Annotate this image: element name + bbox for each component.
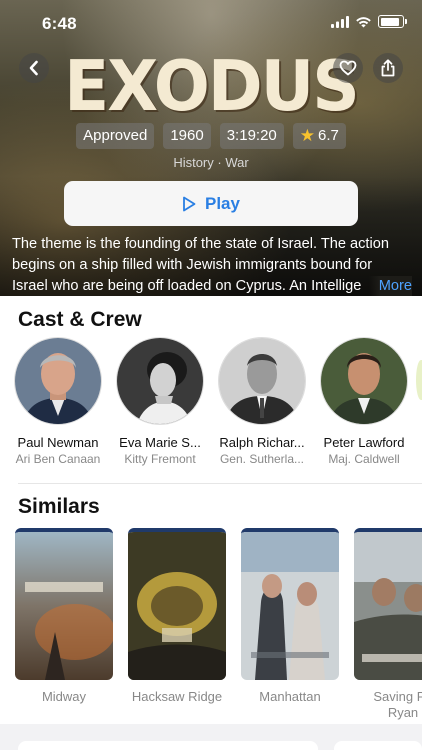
similar-movie-title: Manhattan xyxy=(259,689,321,704)
heart-icon xyxy=(339,60,357,76)
play-label: Play xyxy=(205,193,240,213)
share-button[interactable] xyxy=(373,53,403,83)
duration-badge: 3:19:20 xyxy=(219,123,284,149)
cast-name: Paul Newman xyxy=(17,435,99,450)
section-divider xyxy=(18,483,422,484)
cast-member[interactable]: Paul Newman Ari Ben Canaan xyxy=(14,337,102,466)
cast-section-title: Cast & Crew xyxy=(18,308,142,331)
movie-poster xyxy=(354,528,422,680)
genre-list: History · War xyxy=(173,155,249,170)
score-value: 6.7 xyxy=(318,127,339,144)
battery-icon xyxy=(378,15,407,28)
similar-movie[interactable]: Manhattan xyxy=(241,528,339,721)
status-icons xyxy=(331,15,407,28)
avatar xyxy=(116,337,204,425)
cast-name: Ralph Richar... xyxy=(219,435,305,450)
content-rating-badge: Approved xyxy=(76,123,155,149)
wifi-icon xyxy=(356,16,371,27)
portrait-photo xyxy=(15,338,101,424)
cast-role: Maj. Caldwell xyxy=(328,452,400,466)
similar-movie[interactable]: Midway xyxy=(15,528,113,721)
description-last-line: Israel who are being off loaded on Cypru… xyxy=(12,276,412,296)
movie-detail-screen: 6:48 EXODUS Approved 1960 3:19:20 ★ 6.7 … xyxy=(0,0,422,750)
avatar xyxy=(320,337,408,425)
chevron-left-icon xyxy=(29,60,38,76)
avatar xyxy=(14,337,102,425)
similars-section-title: Similars xyxy=(18,495,100,518)
score-badge: ★ 6.7 xyxy=(292,123,346,149)
cast-member[interactable]: Eva Marie S... Kitty Fremont xyxy=(116,337,204,466)
status-bar: 6:48 xyxy=(0,0,422,46)
portrait-photo xyxy=(219,338,305,424)
description-line: Israel who are being off loaded on Cypru… xyxy=(12,278,362,294)
movie-description: The theme is the founding of the state o… xyxy=(12,234,412,296)
more-link[interactable]: More xyxy=(368,276,412,296)
next-card-peek xyxy=(18,741,318,750)
cast-role: Ari Ben Canaan xyxy=(15,452,101,466)
share-icon xyxy=(381,59,395,77)
poster-art xyxy=(128,532,226,680)
details-content: Cast & Crew Paul Newman Ari Ben Canaan E… xyxy=(0,296,422,724)
similar-movie[interactable]: Hacksaw Ridge xyxy=(128,528,226,721)
description-line: The theme is the founding of the state o… xyxy=(12,236,389,252)
similars-list[interactable]: Midway Hacksaw Ridge Manhattan Saving P … xyxy=(15,528,422,721)
play-icon xyxy=(183,196,196,211)
badge-row: Approved 1960 3:19:20 ★ 6.7 xyxy=(0,123,422,149)
movie-poster xyxy=(15,528,113,680)
hero-backdrop: 6:48 EXODUS Approved 1960 3:19:20 ★ 6.7 … xyxy=(0,0,422,296)
next-cast-peek xyxy=(416,360,422,400)
cast-member[interactable]: Peter Lawford Maj. Caldwell xyxy=(320,337,408,466)
cast-name: Peter Lawford xyxy=(323,435,405,450)
star-icon: ★ xyxy=(299,126,316,145)
description-line: begins on a ship filled with Jewish immi… xyxy=(12,257,373,273)
portrait-photo xyxy=(117,338,203,424)
cast-list[interactable]: Paul Newman Ari Ben Canaan Eva Marie S..… xyxy=(14,337,408,466)
status-time: 6:48 xyxy=(42,14,77,33)
cast-role: Kitty Fremont xyxy=(124,452,196,466)
next-section-peek xyxy=(0,724,422,750)
movie-poster xyxy=(241,528,339,680)
cast-member[interactable]: Ralph Richar... Gen. Sutherla... xyxy=(218,337,306,466)
signal-icon xyxy=(331,15,349,28)
favorite-button[interactable] xyxy=(333,53,363,83)
similar-movie[interactable]: Saving Pri Ryan xyxy=(354,528,422,721)
back-button[interactable] xyxy=(19,53,49,83)
similar-movie-title: Midway xyxy=(41,689,87,704)
cast-role: Gen. Sutherla... xyxy=(219,452,305,466)
year-badge: 1960 xyxy=(163,123,211,149)
avatar xyxy=(218,337,306,425)
portrait-photo xyxy=(321,338,407,424)
poster-art xyxy=(354,532,422,680)
poster-art xyxy=(241,532,339,680)
similar-movie-title: Saving Pri Ryan xyxy=(373,689,422,720)
next-card-peek xyxy=(334,741,422,750)
poster-art xyxy=(15,532,113,680)
play-button[interactable]: Play xyxy=(64,181,358,226)
movie-poster xyxy=(128,528,226,680)
cast-name: Eva Marie S... xyxy=(119,435,201,450)
similar-movie-title: Hacksaw Ridge xyxy=(131,689,223,704)
